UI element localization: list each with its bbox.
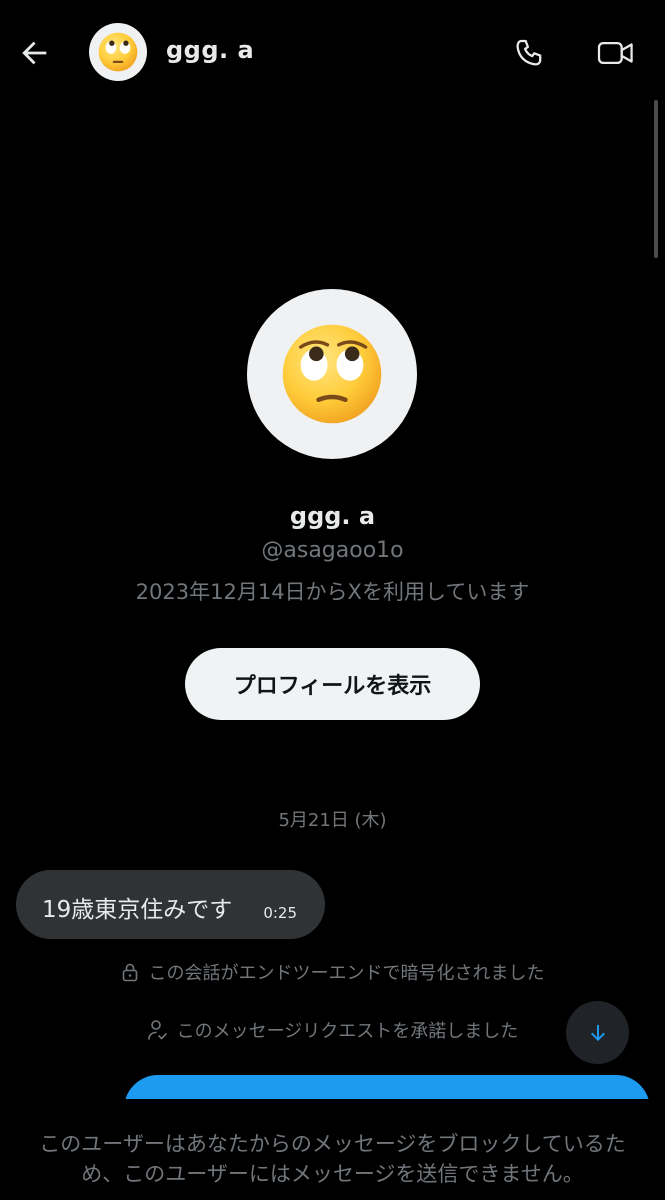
person-check-icon xyxy=(147,1020,167,1040)
phone-icon xyxy=(516,39,542,66)
conversation-header: ggg. a xyxy=(0,0,665,104)
received-message-bubble[interactable]: 19歳東京住みです 0:25 xyxy=(16,870,325,939)
blocked-notice-footer: このユーザーはあなたからのメッセージをブロックしているため、このユーザーにはメッ… xyxy=(0,1099,665,1200)
face-with-rolling-eyes-icon xyxy=(282,324,382,424)
message-time: 0:25 xyxy=(263,904,297,922)
arrow-down-icon xyxy=(590,1024,605,1041)
lock-icon xyxy=(122,963,137,982)
video-camera-icon xyxy=(597,41,633,65)
encryption-notice: この会話がエンドツーエンドで暗号化されました xyxy=(0,959,665,985)
video-call-button[interactable] xyxy=(592,30,640,76)
profile-avatar[interactable] xyxy=(247,289,417,459)
request-accepted-text: このメッセージリクエストを承諾しました xyxy=(176,1021,519,1042)
scroll-to-bottom-button[interactable] xyxy=(566,1001,629,1064)
encryption-notice-text: この会話がエンドツーエンドで暗号化されました xyxy=(148,963,545,984)
face-with-rolling-eyes-icon xyxy=(98,32,138,72)
message-text: 19歳東京住みです xyxy=(42,897,233,923)
view-profile-button[interactable]: プロフィールを表示 xyxy=(185,648,480,720)
header-name[interactable]: ggg. a xyxy=(166,36,254,64)
back-button[interactable] xyxy=(12,30,58,76)
date-separator: 5月21日 (木) xyxy=(278,810,387,831)
profile-name: ggg. a xyxy=(289,502,376,530)
profile-joined-date: 2023年12月14日からXを利用しています xyxy=(135,580,530,604)
blocked-notice-text: このユーザーはあなたからのメッセージをブロックしているため、このユーザーにはメッ… xyxy=(39,1132,626,1186)
scrollbar[interactable] xyxy=(654,100,658,258)
call-button[interactable] xyxy=(508,30,554,76)
avatar[interactable] xyxy=(89,23,147,81)
profile-handle: @asagaoo1o xyxy=(261,538,404,563)
arrow-left-icon xyxy=(22,41,47,65)
